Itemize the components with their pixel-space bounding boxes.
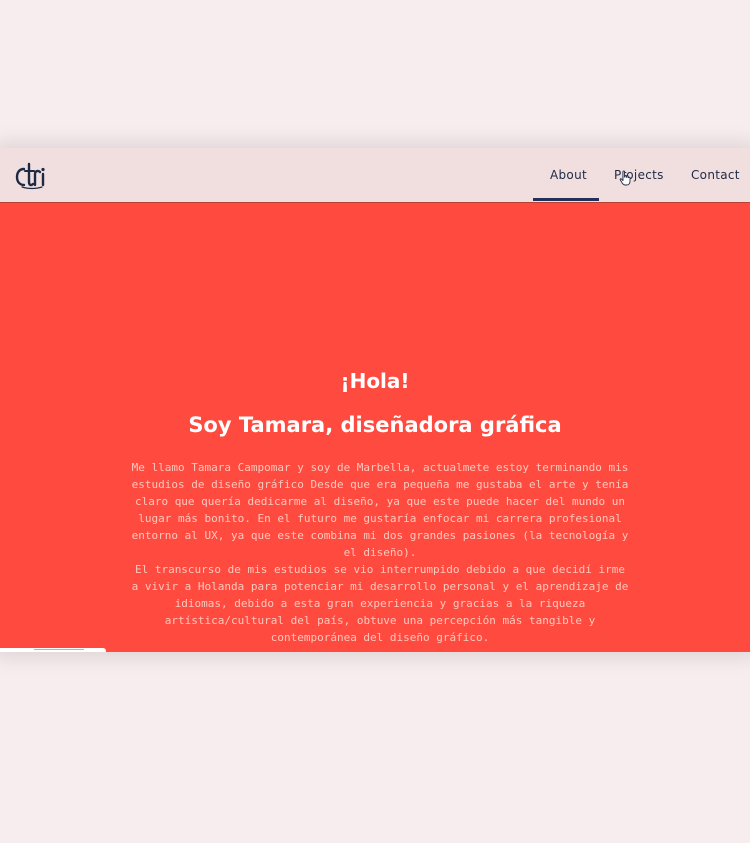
browser-window: About Projects Contact ¡Hola! Soy Tamara… xyxy=(0,148,750,652)
hero-bio-paragraph: El transcurso de mis estudios se vio int… xyxy=(131,563,629,644)
hero-bio: Me llamo Tamara Campomar y soy de Marbel… xyxy=(130,459,630,646)
nav-contact-link[interactable]: Contact xyxy=(691,168,740,182)
hand-pointer-icon xyxy=(619,170,631,186)
hero-bio-paragraph: Me llamo Tamara Campomar y soy de Marbel… xyxy=(131,461,629,559)
nav-about-link[interactable]: About xyxy=(550,168,587,182)
ctri-logo-icon[interactable] xyxy=(14,160,48,190)
hero-section: ¡Hola! Soy Tamara, diseñadora gráfica Me… xyxy=(0,203,750,652)
top-navbar: About Projects Contact xyxy=(0,148,750,203)
bottom-left-tab xyxy=(0,648,106,652)
hero-greeting: ¡Hola! xyxy=(340,369,410,393)
hero-title: Soy Tamara, diseñadora gráfica xyxy=(188,413,562,437)
tab-divider xyxy=(34,649,84,650)
active-nav-indicator xyxy=(533,198,599,201)
